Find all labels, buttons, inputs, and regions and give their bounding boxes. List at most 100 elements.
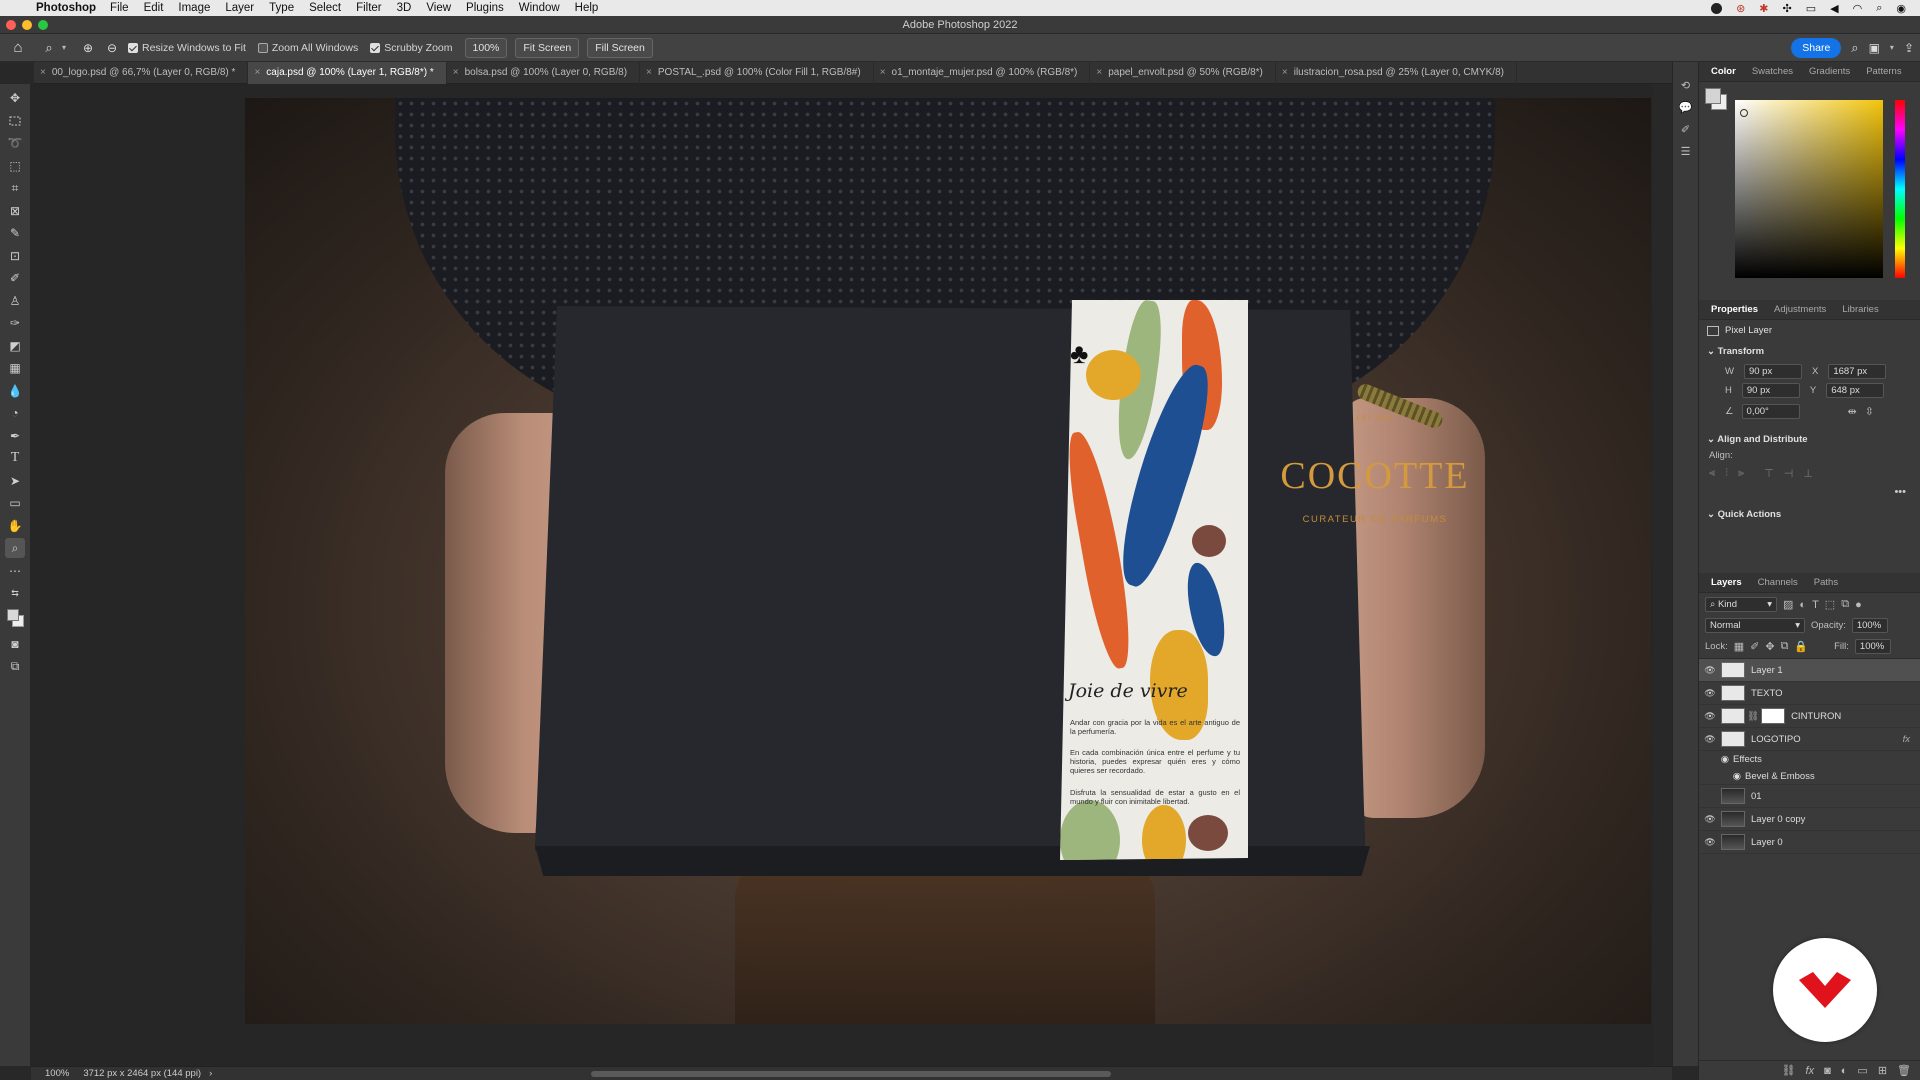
horizontal-scrollbar[interactable] — [591, 1071, 1111, 1077]
menu-image[interactable]: Image — [178, 2, 210, 14]
creative-cloud-icon[interactable]: ⊛ — [1736, 2, 1745, 15]
layer-row-layer-0[interactable]: 👁 Layer 0 — [1699, 831, 1920, 854]
visibility-eye-icon[interactable]: 👁 — [1699, 814, 1721, 825]
edit-toolbar-icon[interactable]: ⋯ — [5, 561, 25, 581]
zoom-level[interactable]: 100% — [45, 1068, 69, 1079]
spot-healing-tool-icon[interactable]: ⊡ — [5, 246, 25, 266]
adjustment-sliders-icon[interactable]: ☰ — [1679, 146, 1693, 158]
add-mask-icon[interactable]: ◙ — [1824, 1065, 1831, 1077]
tab-adjustments[interactable]: Adjustments — [1766, 304, 1834, 315]
visibility-eye-icon[interactable]: 👁 — [1699, 665, 1721, 676]
lock-position-icon[interactable]: ✥ — [1765, 640, 1774, 653]
menu-plugins[interactable]: Plugins — [466, 2, 504, 14]
menu-view[interactable]: View — [426, 2, 451, 14]
home-icon[interactable]: ⌂ — [0, 39, 36, 56]
link-chain-icon[interactable]: ⛓ — [1747, 711, 1759, 722]
layer-row-01[interactable]: 01 — [1699, 785, 1920, 808]
foreground-color-swatch[interactable] — [7, 608, 19, 621]
scrubby-zoom-checkbox[interactable]: Scrubby Zoom — [370, 42, 453, 54]
workspace-icon[interactable]: ▣ — [1869, 41, 1880, 55]
object-selection-tool-icon[interactable]: ⬚ — [5, 156, 25, 176]
tab-caja[interactable]: × caja.psd @ 100% (Layer 1, RGB/8*) * — [248, 61, 447, 84]
screen-mode-icon[interactable]: ⧉ — [5, 657, 25, 677]
menu-file[interactable]: File — [110, 2, 129, 14]
eyedropper-tool-icon[interactable]: ✎ — [5, 223, 25, 243]
tab-properties[interactable]: Properties — [1703, 304, 1766, 315]
color-picker-field[interactable] — [1735, 100, 1883, 278]
hand-tool-icon[interactable]: ✋ — [5, 516, 25, 536]
type-tool-icon[interactable]: T — [5, 448, 25, 468]
layer-row-layer-1[interactable]: 👁 Layer 1 — [1699, 659, 1920, 682]
brush-tool-icon[interactable]: ✐ — [5, 268, 25, 288]
history-icon[interactable]: ⟲ — [1679, 80, 1693, 92]
path-selection-tool-icon[interactable]: ➤ — [5, 471, 25, 491]
menu-layer[interactable]: Layer — [225, 2, 254, 14]
layer-filter-select[interactable]: ⌕ Kind ▾ — [1705, 597, 1777, 612]
add-style-icon[interactable]: fx — [1806, 1065, 1815, 1077]
menu-3d[interactable]: 3D — [397, 2, 412, 14]
lock-all-icon[interactable]: 🔒 — [1794, 640, 1808, 653]
resize-windows-checkbox[interactable]: Resize Windows to Fit — [128, 42, 246, 54]
bevel-emboss-row[interactable]: ◉ Bevel & Emboss — [1699, 768, 1920, 785]
align-middle-icon[interactable]: ⊣ — [1784, 467, 1794, 480]
quick-actions-title[interactable]: Quick Actions — [1718, 509, 1782, 520]
tab-montaje-mujer[interactable]: × o1_montaje_mujer.psd @ 100% (RGB/8*) — [874, 61, 1091, 84]
x-field[interactable]: 1687 px — [1828, 364, 1887, 379]
extension-icon[interactable]: ✱ — [1759, 2, 1768, 15]
chevron-right-icon[interactable]: › — [209, 1068, 212, 1079]
close-tab-icon[interactable]: × — [880, 67, 886, 78]
new-group-icon[interactable]: ▭ — [1857, 1064, 1867, 1077]
tab-gradients[interactable]: Gradients — [1801, 66, 1858, 77]
gradient-tool-icon[interactable]: ▦ — [5, 358, 25, 378]
menu-help[interactable]: Help — [575, 2, 599, 14]
close-tab-icon[interactable]: × — [1096, 67, 1102, 78]
rectangle-tool-icon[interactable]: ▭ — [5, 493, 25, 513]
share-export-icon[interactable]: ⇪ — [1904, 41, 1914, 55]
close-tab-icon[interactable]: × — [453, 67, 459, 78]
tab-libraries[interactable]: Libraries — [1834, 304, 1886, 315]
comments-icon[interactable]: 💬 — [1679, 102, 1693, 114]
visibility-eye-icon[interactable]: 👁 — [1699, 734, 1721, 745]
zoom-window-button[interactable] — [38, 20, 48, 30]
clone-stamp-tool-icon[interactable]: ♙ — [5, 291, 25, 311]
zoom-out-icon[interactable]: ⊖ — [100, 41, 124, 55]
lock-artboard-icon[interactable]: ⧉ — [1781, 640, 1789, 653]
foreground-color-swatch[interactable] — [1705, 88, 1721, 104]
flip-horizontal-icon[interactable]: ⇹ — [1848, 405, 1857, 418]
delete-layer-icon[interactable]: 🗑 — [1897, 1064, 1911, 1077]
tab-postal[interactable]: × POSTAL_.psd @ 100% (Color Fill 1, RGB/8… — [640, 61, 874, 84]
quick-mask-icon[interactable]: ◙ — [5, 634, 25, 654]
app-name-menu[interactable]: Photoshop — [36, 2, 96, 14]
y-field[interactable]: 648 px — [1826, 383, 1885, 398]
layer-effects-row[interactable]: ◉ Effects — [1699, 751, 1920, 768]
dodge-tool-icon[interactable]: ◔ — [5, 403, 25, 423]
filter-type-icon[interactable]: T — [1812, 599, 1819, 611]
layer-effects-badge[interactable]: fx — [1903, 734, 1910, 745]
fill-screen-button[interactable]: Fill Screen — [587, 37, 653, 58]
width-field[interactable]: 90 px — [1743, 364, 1802, 379]
blend-mode-select[interactable]: Normal ▾ — [1705, 618, 1805, 633]
foreground-background-color-icon[interactable] — [5, 606, 25, 632]
user-icon[interactable]: ◉ — [1896, 2, 1906, 15]
filter-toggle-icon[interactable]: ● — [1855, 599, 1862, 611]
new-layer-icon[interactable]: ⊞ — [1878, 1064, 1887, 1077]
align-center-icon[interactable]: ⫶ — [1725, 467, 1728, 480]
height-field[interactable]: 90 px — [1741, 383, 1800, 398]
zoom-tool-preset-icon[interactable]: ⌕ — [36, 40, 62, 56]
hue-slider[interactable] — [1895, 100, 1905, 278]
eraser-tool-icon[interactable]: ◩ — [5, 336, 25, 356]
zoom-all-windows-checkbox[interactable]: Zoom All Windows — [257, 42, 358, 54]
zoom-100-button[interactable]: 100% — [464, 37, 508, 58]
menu-edit[interactable]: Edit — [144, 2, 164, 14]
visibility-eye-icon[interactable]: ◉ — [1699, 754, 1733, 765]
tab-bolsa[interactable]: × bolsa.psd @ 100% (Layer 0, RGB/8) — [447, 61, 641, 84]
align-left-icon[interactable]: ⫷ — [1709, 467, 1715, 480]
tab-color[interactable]: Color — [1703, 66, 1744, 77]
chevron-down-icon[interactable]: ⌄ — [1707, 434, 1715, 445]
color-picker-cursor[interactable] — [1740, 109, 1748, 117]
blur-tool-icon[interactable]: 💧 — [5, 381, 25, 401]
more-options-icon[interactable]: ••• — [1699, 486, 1920, 498]
lock-transparent-icon[interactable]: ▦ — [1734, 640, 1744, 653]
canvas-area[interactable]: ♣ Joie de vivre Andar con gracia por la … — [31, 84, 1653, 1066]
tab-channels[interactable]: Channels — [1750, 577, 1806, 588]
